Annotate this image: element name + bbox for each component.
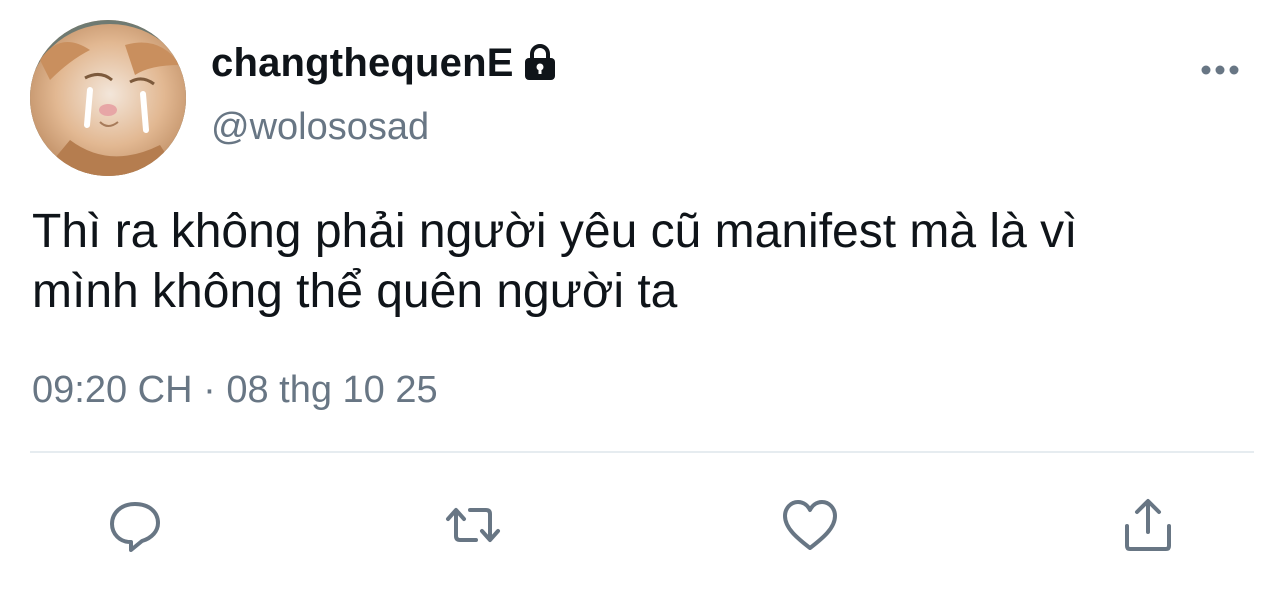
divider <box>30 451 1254 453</box>
tweet-text: Thì ra không phải người yêu cũ manifest … <box>32 205 1078 318</box>
tweet-date: 08 thg 10 25 <box>226 369 438 411</box>
share-button[interactable] <box>1113 490 1183 560</box>
more-options-icon[interactable] <box>1196 54 1244 86</box>
like-button[interactable] <box>775 490 845 560</box>
reply-icon <box>110 502 160 552</box>
reply-button[interactable] <box>100 490 170 560</box>
retweet-icon <box>446 508 500 542</box>
tweet-card: changthequenE @wolososad Thì ra không ph… <box>0 0 1284 597</box>
user-handle[interactable]: @wolososad <box>211 104 429 150</box>
retweet-button[interactable] <box>438 490 508 560</box>
display-name-row: changthequenE <box>211 38 558 88</box>
like-icon <box>783 500 837 550</box>
display-name[interactable]: changthequenE <box>211 39 514 87</box>
tweet-timestamp[interactable]: 09:20 CH · 08 thg 10 25 <box>32 366 438 414</box>
avatar[interactable] <box>30 20 186 176</box>
timestamp-separator: · <box>192 369 227 411</box>
lock-icon <box>522 43 558 83</box>
cat-avatar-icon <box>30 20 186 176</box>
tweet-time: 09:20 CH <box>32 369 193 411</box>
share-icon <box>1125 499 1171 551</box>
